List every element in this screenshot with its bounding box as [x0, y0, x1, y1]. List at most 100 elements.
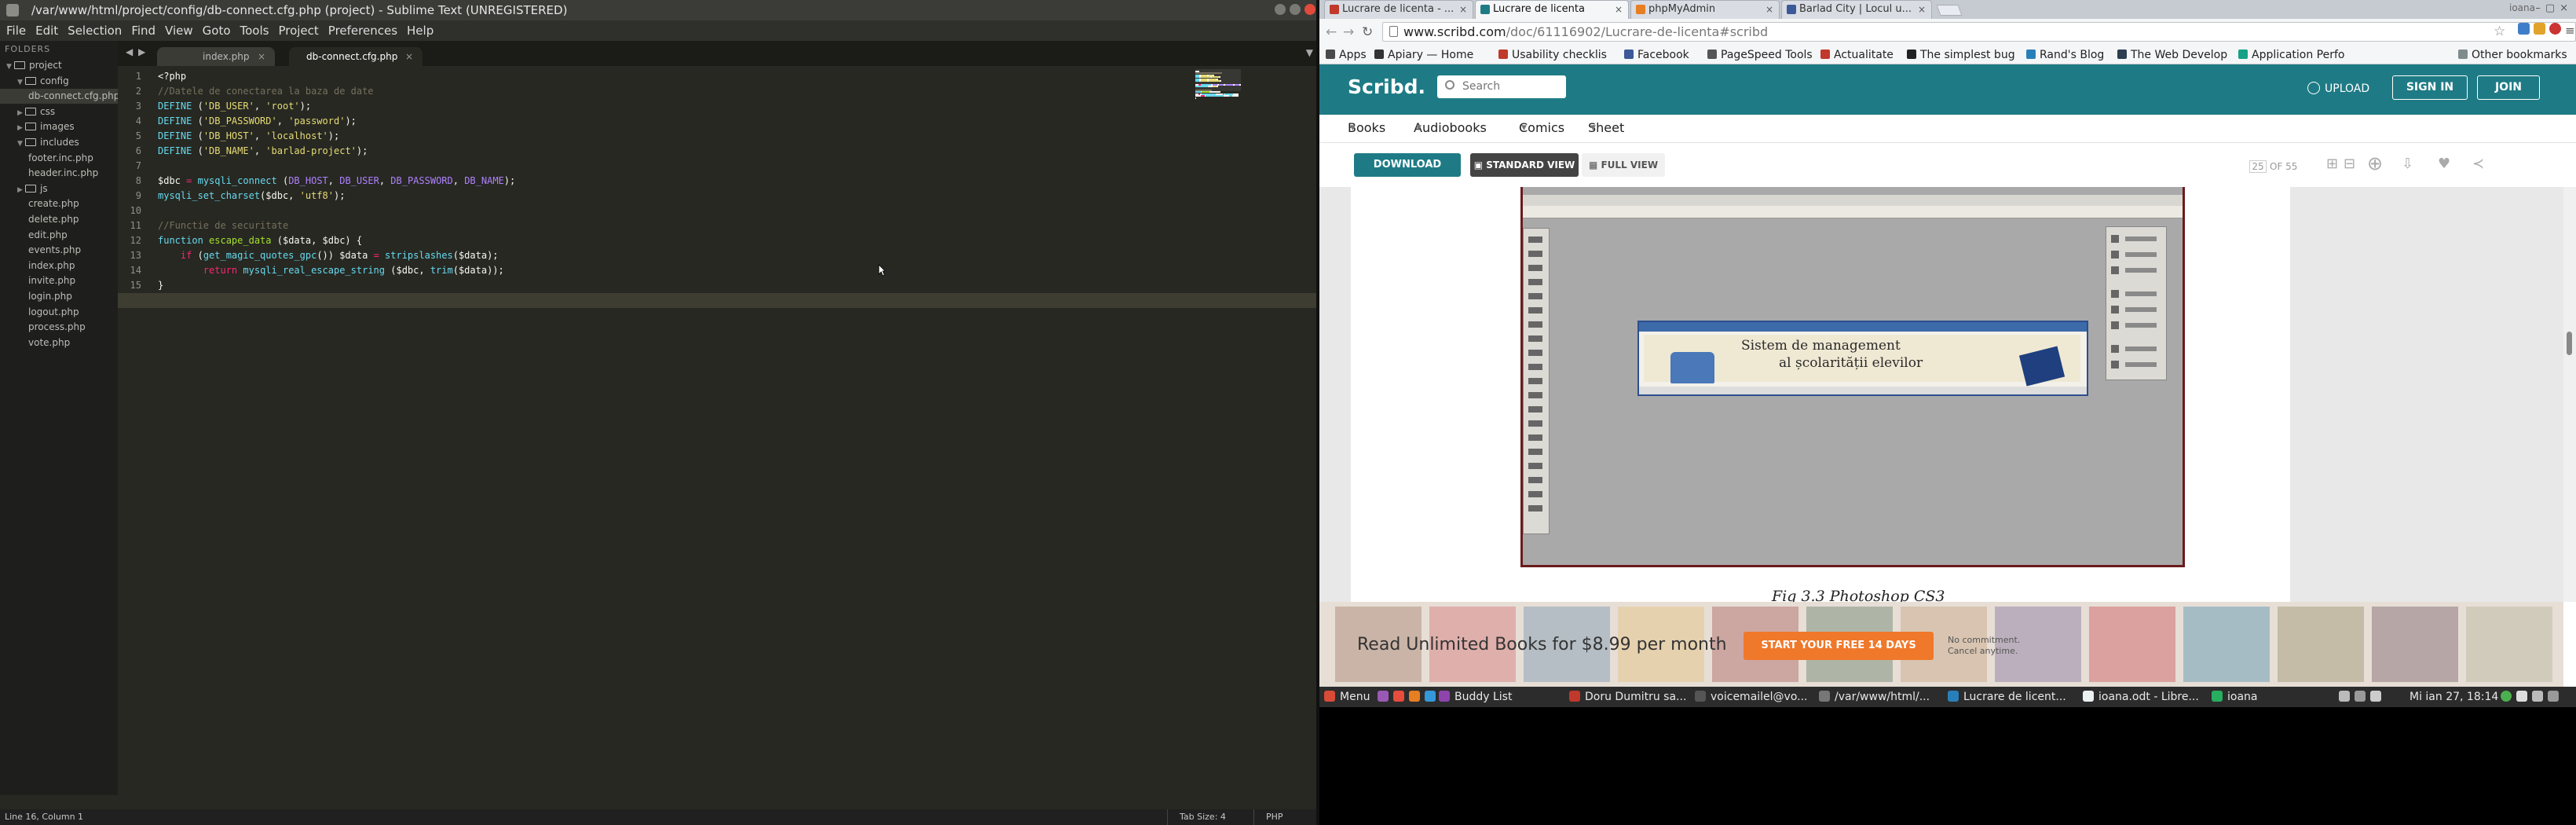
chevron-right-icon[interactable]: ▶ [17, 183, 25, 198]
menu-preferences[interactable]: Preferences [328, 24, 397, 38]
chevron-down-icon[interactable]: ▼ [17, 137, 25, 152]
address-bar[interactable]: www.scribd.com/doc/61116902/Lucrare-de-l… [1382, 22, 2576, 42]
extension-icon[interactable] [2518, 23, 2530, 35]
upload-button[interactable]: UPLOAD [2307, 82, 2369, 95]
sidebar-file[interactable]: process.php [0, 320, 118, 335]
code-line[interactable]: <?php [158, 69, 186, 84]
sidebar-folder[interactable]: ▼ includes [0, 135, 118, 150]
bookmark-item[interactable]: PageSpeed Tools [1707, 46, 1813, 64]
bookmark-item[interactable]: Usability checklis [1498, 46, 1607, 64]
scrollbar-thumb[interactable] [2567, 332, 2572, 355]
tab-size[interactable]: Tab Size: 4 [1180, 809, 1226, 825]
menu-view[interactable]: View [165, 24, 193, 38]
code-line[interactable]: return mysqli_real_escape_string ($dbc, … [158, 263, 504, 278]
code-line[interactable]: //Datele de conectarea la baza de date [158, 84, 374, 99]
bookmark-item[interactable]: Actualitate [1820, 46, 1894, 64]
tab-next-icon[interactable]: ▶ [138, 46, 145, 57]
tab-index-php[interactable]: index.php × [157, 47, 275, 66]
sidebar-file[interactable]: header.inc.php [0, 166, 118, 181]
chevron-down-icon[interactable]: ▼ [6, 60, 14, 75]
zoom-out-icon[interactable]: ⊟ [2344, 156, 2355, 172]
sidebar-folder[interactable]: ▼ config [0, 74, 118, 89]
menu-find[interactable]: Find [131, 24, 156, 38]
menu-edit[interactable]: Edit [35, 24, 58, 38]
sidebar-file[interactable]: invite.php [0, 273, 118, 288]
close-icon[interactable]: × [405, 47, 413, 66]
save-icon[interactable]: ⇩ [2402, 156, 2413, 172]
close-icon[interactable]: × [1918, 1, 1926, 18]
taskbar-window[interactable]: Buddy List [1439, 687, 1512, 707]
add-icon[interactable]: ⊕ [2367, 152, 2383, 174]
sidebar-file[interactable]: edit.php [0, 228, 118, 243]
menu-tools[interactable]: Tools [240, 24, 269, 38]
menu-selection[interactable]: Selection [68, 24, 122, 38]
bookmark-item[interactable]: Rand's Blog [2026, 46, 2104, 64]
document-viewer[interactable]: Sistem de management al școlarității ele… [1319, 187, 2576, 605]
download-button[interactable]: DOWNLOAD [1354, 153, 1461, 177]
bookmark-item[interactable]: Apiary — Home [1374, 46, 1473, 64]
page-scrollbar[interactable] [2563, 187, 2576, 602]
scribd-logo[interactable]: Scribd. [1348, 75, 1425, 98]
tab-db-connect[interactable]: db-connect.cfg.php × [289, 47, 423, 66]
sidebar-file[interactable]: logout.php [0, 305, 118, 320]
chevron-right-icon[interactable]: ▶ [17, 106, 25, 121]
search-input[interactable] [1462, 79, 1557, 94]
menu-goto[interactable]: Goto [203, 24, 231, 38]
sidebar-folder[interactable]: ▶ images [0, 119, 118, 134]
taskbar-window[interactable]: voicemailel@vo... [1695, 687, 1808, 707]
taskbar-window[interactable]: /var/www/html/... [1819, 687, 1930, 707]
menu-project[interactable]: Project [278, 24, 318, 38]
share-icon[interactable]: ≺ [2472, 156, 2484, 172]
maximize-button[interactable] [1290, 4, 1301, 15]
extension-icon[interactable] [2549, 23, 2561, 35]
close-icon[interactable]: × [1459, 1, 1467, 18]
taskbar-window[interactable]: ioana.odt - Libre... [2083, 687, 2199, 707]
sidebar-file[interactable]: create.php [0, 196, 118, 211]
standard-view-button[interactable]: ▣ STANDARD VIEW [1470, 153, 1579, 177]
chrome-menu-icon[interactable]: ≡ [2565, 24, 2575, 38]
close-icon[interactable]: × [1766, 1, 1773, 18]
start-menu-button[interactable]: Menu [1324, 687, 1370, 707]
close-icon[interactable]: × [258, 47, 265, 66]
chevron-down-icon[interactable]: ▼ [17, 75, 25, 90]
menu-file[interactable]: File [6, 24, 26, 38]
page-number-input[interactable]: 25 [2249, 160, 2267, 173]
sidebar-file[interactable]: delete.php [0, 212, 118, 227]
code-editor[interactable]: 12345678910111213141516 <?php//Datele de… [118, 66, 1319, 795]
zoom-in-icon[interactable]: ⊞ [2326, 156, 2338, 172]
code-line[interactable]: DEFINE ('DB_HOST', 'localhost'); [158, 129, 339, 144]
chevron-right-icon[interactable]: ▶ [17, 121, 25, 136]
bookmark-item[interactable]: The simplest bug [1907, 46, 2015, 64]
full-view-button[interactable]: ▦ FULL VIEW [1582, 153, 1665, 177]
quick-launch[interactable] [1378, 687, 1440, 707]
window-controls[interactable]: –▢× [2535, 2, 2573, 14]
sidebar-folder[interactable]: ▶ js [0, 182, 118, 196]
taskbar-window[interactable]: ioana [2212, 687, 2258, 707]
sidebar-file[interactable]: footer.inc.php [0, 151, 118, 166]
code-line[interactable]: } [158, 278, 163, 293]
sidebar-file[interactable]: login.php [0, 289, 118, 304]
taskbar-window[interactable]: Doru Dumitru sa... [1569, 687, 1686, 707]
bookmark-item[interactable]: Facebook [1624, 46, 1689, 64]
chrome-tab-1[interactable]: Lucrare de licenta - ... × [1324, 0, 1473, 19]
status-tray[interactable] [2501, 687, 2563, 707]
code-line[interactable]: DEFINE ('DB_PASSWORD', 'password'); [158, 114, 357, 129]
sidebar-file[interactable]: index.php [0, 258, 118, 273]
syntax-selector[interactable]: PHP [1266, 809, 1283, 825]
chrome-tab-3[interactable]: phpMyAdmin × [1630, 0, 1780, 19]
code-line[interactable]: function escape_data ($data, $dbc) { [158, 233, 362, 248]
search-box[interactable] [1437, 75, 1566, 98]
code-line[interactable]: DEFINE ('DB_USER', 'root'); [158, 99, 311, 114]
bookmark-apps[interactable]: Apps [1326, 46, 1367, 64]
clock[interactable]: Mi ian 27, 18:14 [2410, 687, 2498, 707]
code-line[interactable]: mysqli_set_charset($dbc, 'utf8'); [158, 189, 345, 204]
close-button[interactable] [1304, 4, 1315, 15]
code-line[interactable]: if (get_magic_quotes_gpc()) $data = stri… [158, 248, 499, 263]
reload-icon[interactable]: ↻ [1362, 24, 1373, 40]
chrome-tab-4[interactable]: Barlad City | Locul u... × [1781, 0, 1932, 19]
close-icon[interactable]: × [1615, 1, 1623, 18]
sidebar-file[interactable]: db-connect.cfg.php [0, 89, 119, 104]
code-line[interactable]: //Functie de securitate [158, 218, 288, 233]
code-line[interactable]: $dbc = mysqli_connect (DB_HOST, DB_USER,… [158, 174, 515, 189]
minimap[interactable] [1195, 69, 1241, 101]
